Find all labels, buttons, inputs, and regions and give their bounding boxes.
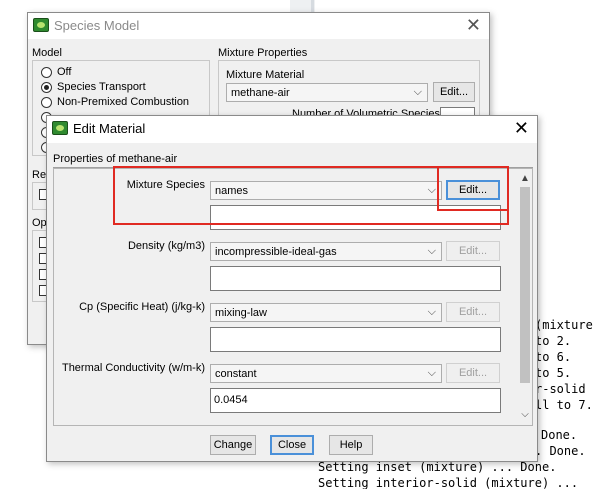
scroll-down-icon[interactable]: ⌵ [518, 409, 532, 420]
console-line: to 2. [535, 334, 572, 348]
scrollbar-thumb[interactable] [520, 187, 530, 383]
thermal-conductivity-label: Thermal Conductivity (w/m-k) [61, 362, 205, 374]
mixture-material-label: Mixture Material [226, 69, 305, 81]
mixture-material-dropdown[interactable]: methane-air ⌵ [226, 83, 428, 102]
mixture-properties-label: Mixture Properties [218, 47, 308, 59]
field-value: 0.0454 [214, 394, 248, 406]
density-label: Density (kg/m3) [127, 240, 205, 252]
edit-material-titlebar[interactable]: Edit Material ✕ [47, 116, 537, 143]
radio-label: Non-Premixed Combustion [57, 96, 190, 108]
console-line: to 6. [535, 350, 572, 364]
console-line: ll to 7. [535, 398, 593, 412]
cp-label: Cp (Specific Heat) (j/kg-k) [79, 301, 205, 313]
species-model-titlebar[interactable]: Species Model ✕ [28, 13, 489, 39]
re-group-label: Re [32, 169, 47, 181]
chevron-down-icon: ⌵ [427, 367, 436, 379]
chevron-down-icon: ⌵ [427, 245, 436, 257]
console-line: (mixture [535, 318, 593, 332]
help-button[interactable]: Help [329, 435, 373, 455]
scroll-up-icon[interactable]: ▲ [518, 173, 532, 184]
chevron-down-icon: ⌵ [427, 306, 436, 318]
change-button[interactable]: Change [210, 435, 256, 455]
density-edit-button[interactable]: Edit... [446, 241, 500, 261]
radio-species-transport[interactable] [41, 82, 52, 93]
highlight-annotation [437, 166, 509, 211]
console-line: to 5. [535, 366, 572, 380]
thermal-conductivity-value-field[interactable]: 0.0454 [210, 388, 501, 413]
density-value-field[interactable] [210, 266, 501, 291]
mixture-material-value: methane-air [231, 87, 290, 99]
radio-label: Species Transport [57, 81, 146, 93]
chevron-down-icon: ⌵ [413, 86, 422, 98]
cp-value-field[interactable] [210, 327, 501, 352]
cp-edit-button[interactable]: Edit... [446, 302, 500, 322]
cp-method: mixing-law [215, 307, 267, 319]
density-dropdown[interactable]: incompressible-ideal-gas ⌵ [210, 242, 442, 261]
console-line: Setting interior-solid (mixture) ... [318, 476, 579, 489]
thermal-conductivity-method: constant [215, 368, 257, 380]
cp-dropdown[interactable]: mixing-law ⌵ [210, 303, 442, 322]
thermal-conductivity-edit-button[interactable]: Edit... [446, 363, 500, 383]
radio-label: Off [57, 66, 72, 78]
console-line: r-solid [535, 382, 586, 396]
properties-of-label: Properties of methane-air [53, 153, 178, 165]
op-group-label: Op [32, 217, 47, 229]
mixture-edit-button[interactable]: Edit... [433, 82, 475, 102]
density-method: incompressible-ideal-gas [215, 246, 337, 258]
close-icon[interactable]: ✕ [466, 15, 481, 35]
close-button[interactable]: Close [270, 435, 314, 455]
properties-scrollbar[interactable]: ▲ ⌵ [518, 171, 532, 423]
window-title: Edit Material [73, 121, 146, 136]
radio-non-premixed-combustion[interactable] [41, 97, 52, 108]
close-icon[interactable]: ✕ [514, 118, 529, 138]
console-line: . Done. [535, 444, 586, 458]
fluent-app-icon [33, 18, 49, 32]
model-group-label: Model [32, 47, 62, 59]
fluent-app-icon [52, 121, 68, 135]
radio-off[interactable] [41, 67, 52, 78]
window-title: Species Model [54, 18, 140, 33]
console-line: Done. [541, 428, 578, 442]
thermal-conductivity-dropdown[interactable]: constant ⌵ [210, 364, 442, 383]
